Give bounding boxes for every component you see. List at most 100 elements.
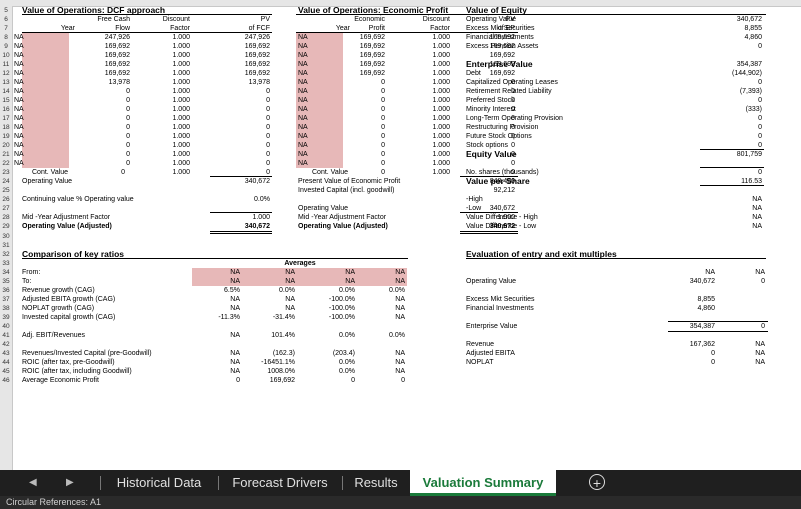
row-number[interactable]: 30: [0, 232, 12, 241]
cell-text: NA: [230, 358, 240, 366]
row-number[interactable]: 24: [0, 177, 12, 186]
row-header-bar[interactable]: 5 6 7 8 9 10 11 12 13 14 15 16 17 18 19 20 21 22 23 24 25 26 2…: [0, 6, 13, 470]
row-number[interactable]: 9: [0, 42, 12, 51]
cell-text: -High: [466, 196, 483, 204]
cell-text: 0: [711, 349, 715, 357]
tab-separator: [218, 476, 219, 490]
row-number[interactable]: 15: [0, 96, 12, 105]
cell-text: 13,978: [248, 79, 270, 87]
row-number[interactable]: 36: [0, 286, 12, 295]
row-number[interactable]: 39: [0, 313, 12, 322]
row-number[interactable]: 10: [0, 51, 12, 60]
row-number[interactable]: 22: [0, 159, 12, 168]
year-cell: NA: [298, 115, 308, 123]
cell-text: 169,692: [244, 43, 270, 51]
row-number[interactable]: 19: [0, 132, 12, 141]
row-number[interactable]: 12: [0, 69, 12, 78]
year-cell: NA: [14, 151, 24, 159]
cell-text: 1.000: [172, 151, 190, 159]
cell-text: 0: [758, 133, 762, 141]
row-number[interactable]: 20: [0, 141, 12, 150]
row-number[interactable]: 25: [0, 186, 12, 195]
cell-text: 1.000: [172, 70, 190, 78]
row-number[interactable]: 35: [0, 277, 12, 286]
row-number[interactable]: 41: [0, 331, 12, 340]
cell-text: NA: [752, 214, 762, 222]
cell-text: 0: [266, 115, 270, 123]
tab-forecast-drivers[interactable]: Forecast Drivers: [224, 470, 336, 496]
next-sheet-icon[interactable]: ▶: [66, 470, 74, 496]
row-number[interactable]: 7: [0, 24, 12, 33]
row-number[interactable]: 46: [0, 376, 12, 385]
row-number[interactable]: 40: [0, 322, 12, 331]
row-number[interactable]: 23: [0, 168, 12, 177]
row-number[interactable]: 5: [0, 6, 12, 15]
cell-text: Equity Value: [466, 149, 517, 160]
cell-text: 340,672: [244, 178, 270, 186]
prev-sheet-icon[interactable]: ◀: [29, 470, 37, 496]
cell-text: 0: [266, 151, 270, 159]
cell-text: -16451.1%: [261, 358, 295, 366]
cell-text: 1.000: [172, 79, 190, 87]
add-sheet-icon[interactable]: +: [589, 474, 605, 491]
row-number[interactable]: 16: [0, 105, 12, 114]
row-number[interactable]: 37: [0, 295, 12, 304]
row-number[interactable]: 44: [0, 358, 12, 367]
cell-text: 0: [266, 133, 270, 141]
cell-text: 1.000: [172, 61, 190, 69]
cell-text: 0: [511, 160, 515, 168]
year-cell: NA: [14, 52, 24, 60]
tab-valuation-summary[interactable]: Valuation Summary: [410, 470, 556, 496]
tab-historical-data[interactable]: Historical Data: [106, 470, 212, 496]
row-number[interactable]: 34: [0, 268, 12, 277]
row-number[interactable]: 26: [0, 195, 12, 204]
spreadsheet-grid[interactable]: 5 6 7 8 9 10 11 12 13 14 15 16 17 18 19 20 21 22 23 24 25 26 2…: [0, 0, 801, 470]
row-number[interactable]: 11: [0, 60, 12, 69]
year-cell: NA: [14, 43, 24, 51]
row-number[interactable]: 42: [0, 340, 12, 349]
cell-text: Average Economic Profit: [22, 376, 99, 384]
cell-text: Mid -Year Adjustment Factor: [298, 214, 387, 222]
cell-text: -31.4%: [272, 313, 295, 321]
row-number[interactable]: 18: [0, 123, 12, 132]
cell-text: 0: [126, 88, 130, 96]
input-range-highlight: [22, 33, 69, 169]
row-number[interactable]: 14: [0, 87, 12, 96]
row-number[interactable]: 31: [0, 241, 12, 250]
cell-text: Enterprise Value: [466, 59, 533, 70]
cell-text: 1.000: [172, 160, 190, 168]
row-number[interactable]: 32: [0, 250, 12, 259]
tab-results[interactable]: Results: [348, 470, 404, 496]
cell-text: 1.000: [172, 34, 190, 42]
sheet-tab-bar: ◀ ▶ Historical Data Forecast Drivers Res…: [0, 470, 801, 496]
cell-text: Retirement Related Liability: [466, 88, 552, 96]
row-number[interactable]: 28: [0, 213, 12, 222]
cell-text: Capitalized Operating Leases: [466, 79, 558, 87]
row-number[interactable]: 33: [0, 259, 12, 268]
row-number[interactable]: 43: [0, 349, 12, 358]
row-number[interactable]: 13: [0, 78, 12, 87]
cell-text: 1.000: [172, 133, 190, 141]
cell-text: Operating Value: [466, 277, 517, 285]
cell-text: ROIC (after tax, including Goodwill): [22, 367, 132, 375]
row-number[interactable]: 29: [0, 222, 12, 231]
cell-text: 0: [711, 358, 715, 366]
row-number[interactable]: 38: [0, 304, 12, 313]
cell-text: Adjusted EBITA growth (CAG): [22, 295, 116, 303]
cell-text: 8,855: [744, 25, 762, 33]
cell-text: -100.0%: [328, 313, 355, 321]
row-number[interactable]: 6: [0, 15, 12, 24]
row-number[interactable]: 45: [0, 367, 12, 376]
cell-text: NA: [752, 196, 762, 204]
cell-text: 0: [126, 142, 130, 150]
cell-text: 169,692: [359, 43, 385, 51]
year-cell: NA: [298, 124, 308, 132]
cell-text: NA: [230, 277, 240, 285]
year-cell: NA: [298, 88, 308, 96]
row-number[interactable]: 21: [0, 150, 12, 159]
cell-text: 0: [381, 169, 385, 177]
row-number[interactable]: 8: [0, 33, 12, 42]
cell-text: Financial Investments: [466, 34, 534, 42]
row-number[interactable]: 17: [0, 114, 12, 123]
row-number[interactable]: 27: [0, 204, 12, 213]
